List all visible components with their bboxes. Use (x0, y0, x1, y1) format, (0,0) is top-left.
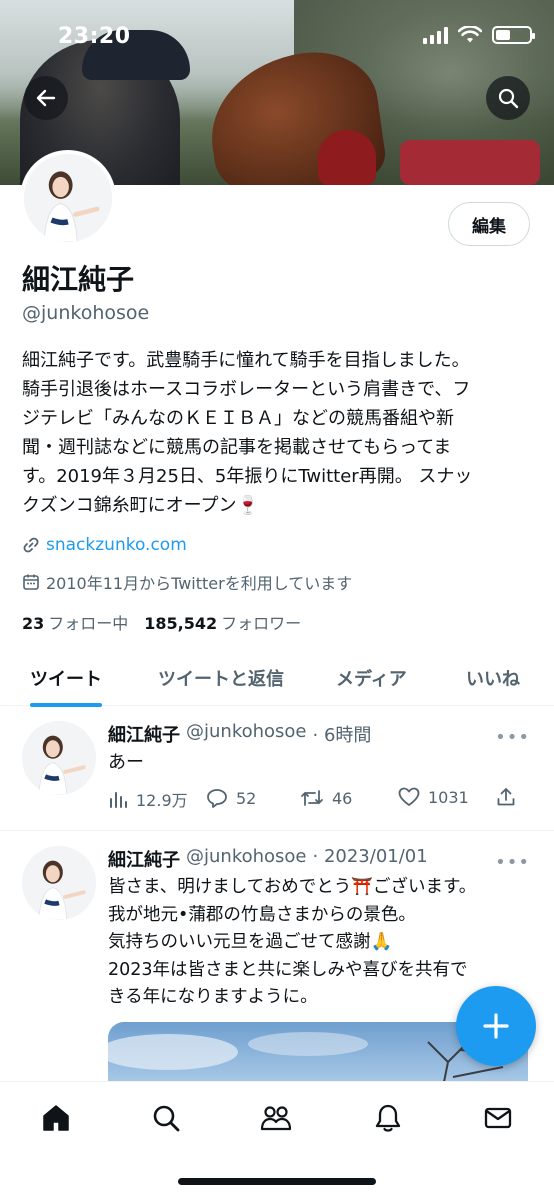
profile-tabs: ツイート ツイートと返信 メディア いいね (0, 650, 554, 707)
tweet-author-handle: @junkohosoe (186, 846, 307, 867)
share-icon (497, 788, 515, 806)
followers-stat[interactable]: 185,542 フォロワー (144, 610, 301, 634)
profile-link-row[interactable]: snackzunko.com (22, 535, 187, 555)
views-count: 12.9万 (136, 791, 188, 810)
views-icon (110, 792, 127, 808)
status-icons (423, 26, 535, 44)
communities-icon (260, 1106, 292, 1131)
retweet-count: 46 (332, 788, 353, 808)
profile-joined-text: 2010年11月からTwitterを利用しています (46, 574, 353, 593)
battery-icon (492, 26, 535, 44)
tweet-author-handle: @junkohosoe (186, 721, 307, 742)
wifi-icon (458, 26, 482, 43)
status-time: 23:20 (58, 24, 131, 49)
search-icon (498, 88, 519, 109)
avatar-illustration (22, 721, 96, 795)
tweet-author-name[interactable]: 細江純子 (108, 846, 180, 872)
reply-count: 52 (236, 788, 257, 808)
profile-joined-row: 2010年11月からTwitterを利用しています (22, 570, 352, 594)
profile-avatar[interactable] (20, 150, 116, 246)
tab-tweets[interactable]: ツイート (30, 650, 102, 707)
following-count: 23 (22, 614, 45, 633)
edit-profile-button[interactable]: 編集 (448, 202, 530, 246)
views-action[interactable]: 12.9万 (108, 787, 188, 811)
following-stat[interactable]: 23 フォロー中 (22, 610, 128, 634)
avatar-illustration (24, 154, 112, 242)
profile-link[interactable]: snackzunko.com (46, 535, 187, 555)
followers-count: 185,542 (144, 614, 218, 633)
tweet-header: 細江純子 @junkohosoe · 2023/01/01 (108, 846, 428, 872)
like-action[interactable]: 1031 (398, 787, 469, 807)
link-icon (23, 537, 39, 553)
compose-tweet-button[interactable] (456, 986, 536, 1066)
follow-stats: 23 フォロー中 185,542 フォロワー (22, 610, 301, 634)
tab-likes[interactable]: いいね (466, 650, 520, 706)
back-arrow-icon (36, 89, 56, 107)
nav-explore[interactable] (148, 1100, 184, 1136)
tweet-avatar[interactable] (22, 846, 96, 920)
tweet-time: · 2023/01/01 (312, 846, 428, 867)
banner-jockey-helmet (318, 130, 376, 185)
messages-icon (484, 1107, 512, 1129)
following-label: フォロー中 (48, 614, 129, 633)
more-options-icon[interactable]: ••• (495, 727, 530, 748)
reply-icon (207, 789, 227, 808)
nav-home[interactable] (38, 1100, 74, 1136)
share-action[interactable] (496, 787, 516, 807)
retweet-action[interactable]: 46 (300, 787, 352, 809)
back-button[interactable] (24, 76, 68, 120)
notifications-icon (375, 1104, 401, 1132)
profile-handle: @junkohosoe (22, 302, 150, 324)
tweet-actions: 12.9万 52 46 1031 (108, 787, 528, 811)
tweet-time: · 6時間 (312, 725, 372, 746)
retweet-icon (301, 790, 323, 806)
search-button[interactable] (486, 76, 530, 120)
tweet-author-name[interactable]: 細江純子 (108, 721, 180, 747)
tweet[interactable]: 細江純子 @junkohosoe · 6時間 ••• あー 12.9万 52 4… (0, 707, 554, 831)
more-options-icon[interactable]: ••• (495, 852, 530, 873)
tweet-text: あー (108, 752, 144, 773)
reply-action[interactable]: 52 (206, 787, 256, 809)
like-count: 1031 (428, 787, 469, 807)
nav-notifications[interactable] (370, 1100, 406, 1136)
calendar-icon (23, 574, 39, 590)
avatar-illustration (22, 846, 96, 920)
explore-icon (153, 1105, 180, 1132)
tweet-header: 細江純子 @junkohosoe · 6時間 (108, 721, 371, 747)
profile-bio: 細江純子です。武豊騎手に憧れて騎手を目指しました。 騎手引退後はホースコラボレー… (22, 350, 473, 516)
tweet-text: 皆さま、明けましておめでとう⛩️ございます。 我が地元•蒲郡の竹島さまからの景色… (108, 877, 477, 1007)
cellular-signal-icon (423, 26, 448, 44)
followers-label: フォロワー (221, 614, 302, 633)
nav-messages[interactable] (480, 1100, 516, 1136)
compose-icon (483, 1013, 509, 1039)
tab-media[interactable]: メディア (336, 650, 407, 706)
like-icon (398, 787, 420, 806)
banner-saddle-cloth (400, 140, 540, 185)
nav-communities[interactable] (258, 1100, 294, 1136)
tab-tweets-and-replies[interactable]: ツイートと返信 (158, 650, 284, 706)
home-indicator (178, 1178, 376, 1185)
profile-display-name: 細江純子 (22, 263, 135, 296)
home-icon (43, 1105, 69, 1131)
tweet-avatar[interactable] (22, 721, 96, 795)
